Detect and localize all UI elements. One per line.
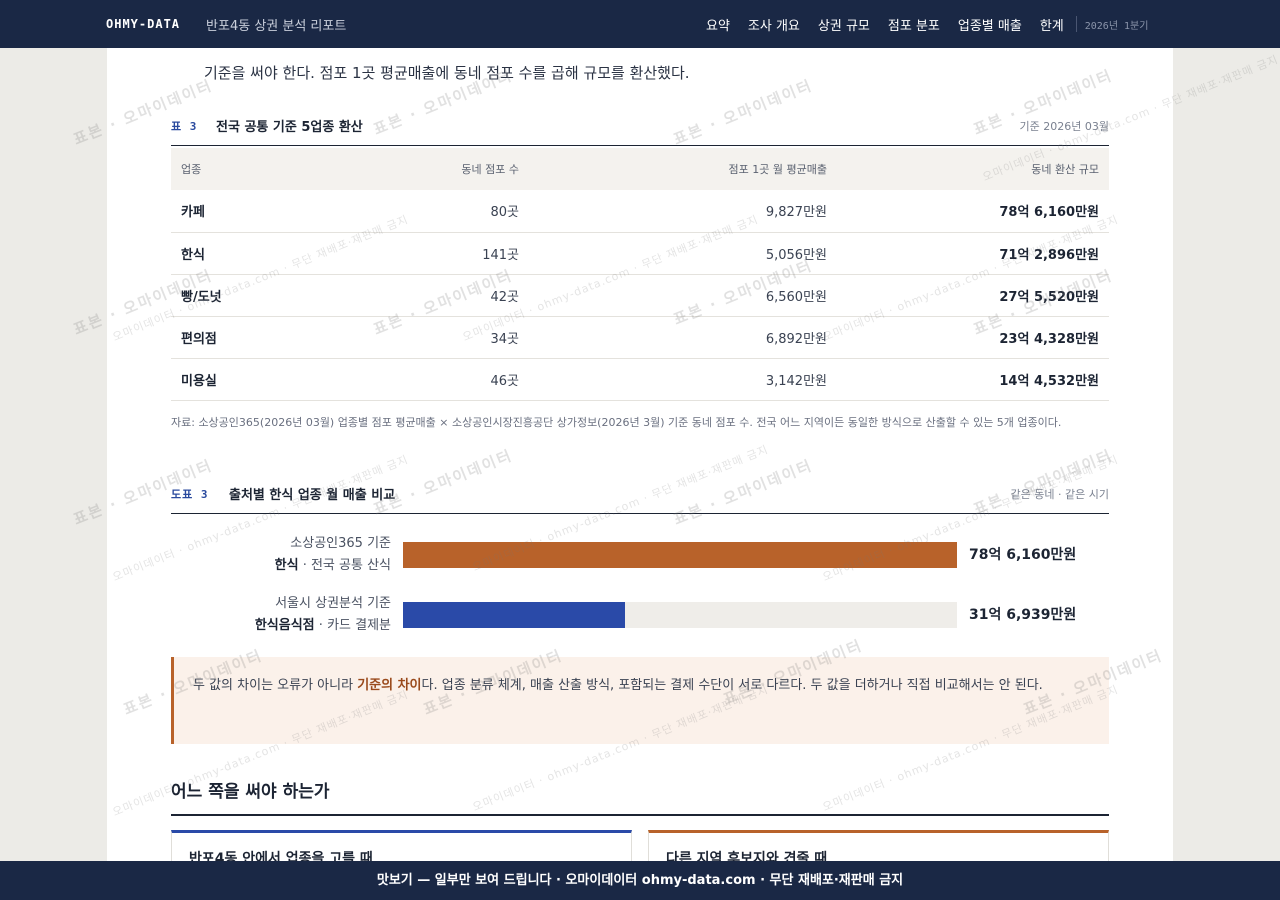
bar-value-label: 78억 6,160만원 xyxy=(969,547,1077,563)
bar-note-label: 카드 결제분 xyxy=(327,618,391,633)
table-header-row: 업종 동네 점포 수 점포 1곳 월 평균매출 동네 환산 규모 xyxy=(171,148,1109,190)
column-header: 업종 xyxy=(181,163,202,176)
guidance-card-right: 다른 지역 후보지와 견줄 때 xyxy=(648,830,1109,861)
table-title: 전국 공통 기준 5업종 환산 xyxy=(216,120,363,135)
bar-category-label: 한식 xyxy=(274,558,299,573)
preview-banner: 맛보기 — 일부만 보여 드립니다 · 오마이데이터 ohmy-data.com… xyxy=(0,861,1280,900)
category-cell: 빵/도넛 xyxy=(171,274,371,317)
explanation-callout: 두 값의 차이는 오류가 아니라 기준의 차이다. 업종 분류 체계, 매출 산… xyxy=(171,657,1109,744)
store-count-cell: 141곳 xyxy=(371,232,529,275)
card-title: 다른 지역 후보지와 견줄 때 xyxy=(666,851,828,861)
table-number-label: 표 3 xyxy=(171,120,198,133)
nav-item-summary[interactable]: 요약 xyxy=(706,15,730,34)
report-period: 2026년 1분기 xyxy=(1084,20,1149,32)
nav-item-survey-overview[interactable]: 조사 개요 xyxy=(748,15,800,34)
store-count-cell: 46곳 xyxy=(371,358,529,401)
bar-note-label: 전국 공통 산식 xyxy=(310,558,391,573)
card-title: 반포4동 안에서 업종을 고를 때 xyxy=(189,851,373,861)
callout-emphasis: 기준의 차이 xyxy=(357,678,422,693)
bar-fill-seoul xyxy=(403,602,625,628)
avg-sales-cell: 6,560만원 xyxy=(529,274,837,317)
table-reference-date: 기준 2026년 03월 xyxy=(1019,120,1109,133)
report-title: 반포4동 상권 분석 리포트 xyxy=(206,18,347,34)
main-nav: 요약 조사 개요 상권 규모 점포 분포 업종별 매출 한계 2026년 1분기 xyxy=(706,0,1148,48)
section-heading: 어느 쪽을 써야 하는가 xyxy=(171,774,1109,816)
top-navigation-bar: OHMY-DATA 반포4동 상권 분석 리포트 요약 조사 개요 상권 규모 … xyxy=(0,0,1280,48)
avg-sales-cell: 9,827만원 xyxy=(529,190,837,233)
avg-sales-cell: 5,056만원 xyxy=(529,232,837,275)
figure-number-label: 도표 3 xyxy=(171,488,209,501)
store-count-cell: 34곳 xyxy=(371,316,529,359)
category-cell: 한식 xyxy=(171,232,371,275)
bar-fill-sbiz365 xyxy=(403,542,957,568)
bar-row-sbiz365: 소상공인365 기준 한식 · 전국 공통 산식 78억 6,160만원 xyxy=(171,533,1109,579)
store-count-cell: 80곳 xyxy=(371,190,529,233)
table-heading: 표 3 전국 공통 기준 5업종 환산 기준 2026년 03월 xyxy=(171,112,1109,146)
bar-category-label: 한식음식점 xyxy=(254,618,315,633)
table-row: 빵/도넛 42곳 6,560만원 27억 5,520만원 xyxy=(171,274,1109,317)
bar-source-label: 소상공인365 기준 xyxy=(290,536,391,551)
total-size-cell: 78억 6,160만원 xyxy=(837,190,1109,233)
nav-divider xyxy=(1075,16,1077,32)
guidance-card-left: 반포4동 안에서 업종을 고를 때 xyxy=(171,830,632,861)
callout-text-after: 다. 업종 분류 체계, 매출 산출 방식, 포함되는 결제 수단이 서로 다르… xyxy=(421,678,1043,693)
figure-title: 출처별 한식 업종 월 매출 비교 xyxy=(229,488,396,503)
bar-track xyxy=(403,542,957,568)
column-header: 동네 점포 수 xyxy=(461,163,519,176)
bar-label: 서울시 상권분석 기준 한식음식점 · 카드 결제분 xyxy=(255,593,391,637)
table-row: 편의점 34곳 6,892만원 23억 4,328만원 xyxy=(171,316,1109,359)
nav-item-limitations[interactable]: 한계 xyxy=(1040,15,1064,34)
column-header: 동네 환산 규모 xyxy=(1031,163,1099,176)
nav-item-sales-by-category[interactable]: 업종별 매출 xyxy=(958,15,1022,34)
figure-context-note: 같은 동네 · 같은 시기 xyxy=(1010,488,1109,501)
figure-heading: 도표 3 출처별 한식 업종 월 매출 비교 같은 동네 · 같은 시기 xyxy=(171,480,1109,514)
table-row: 미용실 46곳 3,142만원 14억 4,532만원 xyxy=(171,358,1109,401)
category-cell: 편의점 xyxy=(171,316,371,359)
table-row: 한식 141곳 5,056만원 71억 2,896만원 xyxy=(171,232,1109,275)
bar-row-seoul: 서울시 상권분석 기준 한식음식점 · 카드 결제분 31억 6,939만원 xyxy=(171,593,1109,639)
nav-item-store-distribution[interactable]: 점포 분포 xyxy=(888,15,940,34)
table-source-note: 자료: 소상공인365(2026년 03월) 업종별 점포 평균매출 × 소상공… xyxy=(171,416,1062,429)
total-size-cell: 23억 4,328만원 xyxy=(837,316,1109,359)
bar-track xyxy=(403,602,957,628)
bar-source-label: 서울시 상권분석 기준 xyxy=(275,596,391,611)
table-row: 카페 80곳 9,827만원 78억 6,160만원 xyxy=(171,190,1109,233)
total-size-cell: 14억 4,532만원 xyxy=(837,358,1109,401)
avg-sales-cell: 3,142만원 xyxy=(529,358,837,401)
report-page: 기준을 써야 한다. 점포 1곳 평균매출에 동네 점포 수를 곱해 규모를 환… xyxy=(107,48,1173,861)
callout-text-before: 두 값의 차이는 오류가 아니라 xyxy=(193,678,358,693)
bar-label: 소상공인365 기준 한식 · 전국 공통 산식 xyxy=(275,533,391,577)
avg-sales-cell: 6,892만원 xyxy=(529,316,837,359)
store-count-cell: 42곳 xyxy=(371,274,529,317)
total-size-cell: 71억 2,896만원 xyxy=(837,232,1109,275)
total-size-cell: 27억 5,520만원 xyxy=(837,274,1109,317)
nav-item-market-size[interactable]: 상권 규모 xyxy=(818,15,870,34)
brand-logo[interactable]: OHMY-DATA xyxy=(106,17,180,31)
category-cell: 카페 xyxy=(171,190,371,233)
column-header: 점포 1곳 월 평균매출 xyxy=(728,163,827,176)
conversion-table: 업종 동네 점포 수 점포 1곳 월 평균매출 동네 환산 규모 카페 80곳 … xyxy=(171,148,1109,401)
bar-value-label: 31억 6,939만원 xyxy=(969,607,1077,623)
intro-text: 기준을 써야 한다. 점포 1곳 평균매출에 동네 점포 수를 곱해 규모를 환… xyxy=(204,64,690,82)
category-cell: 미용실 xyxy=(171,358,371,401)
